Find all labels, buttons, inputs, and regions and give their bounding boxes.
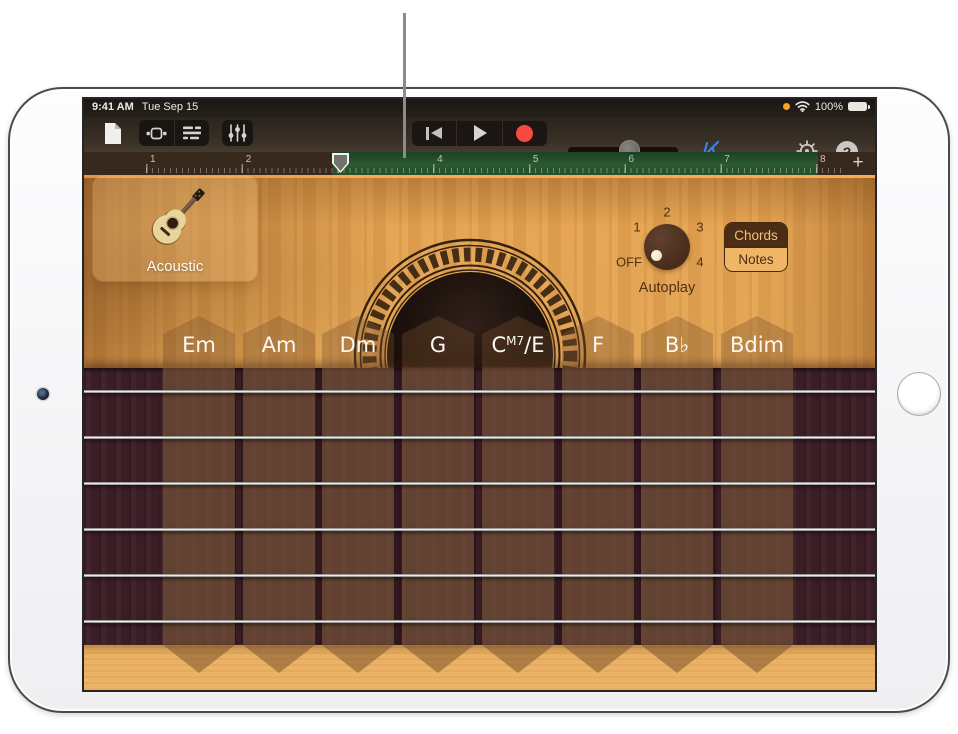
date: Tue Sep 15 — [142, 101, 198, 113]
instrument-card[interactable]: Acoustic — [93, 176, 257, 281]
acoustic-guitar-icon — [140, 178, 210, 264]
wifi-icon — [795, 101, 810, 112]
add-section-button[interactable]: + — [847, 152, 869, 175]
record-button[interactable] — [502, 121, 547, 146]
my-songs-button[interactable] — [99, 119, 127, 147]
battery-icon — [848, 102, 867, 111]
ruler-bar-number-2: 2 — [246, 154, 252, 165]
ruler-bar-ticks — [146, 164, 844, 173]
view-toggle-group — [139, 120, 209, 146]
battery-percent: 100% — [815, 101, 843, 113]
knob-indicator-dot — [651, 250, 662, 261]
autoplay-knob[interactable] — [644, 224, 690, 270]
ruler-bar-number-1: 1 — [150, 154, 156, 165]
toolbar: ? — [84, 117, 875, 152]
chords-notes-toggle: Chords Notes — [724, 222, 788, 272]
ruler-bar-number-7: 7 — [724, 154, 730, 165]
chord-label-ce: CM7/E — [482, 333, 554, 357]
callout-line — [403, 13, 406, 158]
mic-in-use-indicator — [783, 103, 790, 110]
document-icon — [104, 122, 122, 145]
guitar-string-1[interactable] — [84, 390, 875, 393]
rewind-icon — [426, 127, 442, 140]
guitar-string-3[interactable] — [84, 482, 875, 485]
instrument-name: Acoustic — [93, 258, 257, 275]
record-icon — [516, 125, 533, 142]
chord-label-b: B♭ — [641, 333, 713, 357]
autoplay-position-3[interactable]: 3 — [696, 220, 703, 235]
guitar-string-4[interactable] — [84, 528, 875, 531]
instrument-view-icon — [146, 127, 167, 140]
rewind-button[interactable] — [412, 121, 456, 146]
instrument-view-button[interactable] — [139, 120, 174, 146]
chords-mode-button[interactable]: Chords — [725, 223, 787, 247]
autoplay-position-1[interactable]: 1 — [633, 220, 640, 235]
autoplay-position-4[interactable]: 4 — [696, 255, 703, 270]
ruler-bar-number-5: 5 — [533, 154, 539, 165]
autoplay-position-off[interactable]: OFF — [616, 255, 642, 270]
guitar-string-5[interactable] — [84, 574, 875, 577]
mixer-button[interactable] — [222, 120, 253, 146]
autoplay-position-2[interactable]: 2 — [663, 205, 670, 220]
mixer-icon — [228, 124, 247, 142]
tracks-view-icon — [183, 126, 201, 140]
garageband-screen: 9:41 AM Tue Sep 15 100% — [84, 99, 875, 690]
autoplay-title: Autoplay — [639, 280, 695, 296]
home-button[interactable] — [897, 372, 941, 416]
chord-label-dm: Dm — [322, 333, 394, 357]
clock: 9:41 AM — [92, 101, 134, 113]
play-icon — [474, 125, 487, 141]
chord-label-em: Em — [163, 333, 235, 357]
notes-mode-button[interactable]: Notes — [725, 247, 787, 271]
chord-label-am: Am — [243, 333, 315, 357]
chord-label-f: F — [562, 333, 634, 357]
guitar-body: Acoustic OFF 1 2 3 4 Autoplay Chords Not… — [84, 175, 875, 690]
transport-controls — [412, 121, 547, 146]
tracks-view-button[interactable] — [174, 120, 209, 146]
front-camera — [37, 388, 49, 400]
guitar-string-6[interactable] — [84, 620, 875, 623]
play-button[interactable] — [456, 121, 501, 146]
figure-canvas: 9:41 AM Tue Sep 15 100% — [0, 0, 958, 734]
status-bar: 9:41 AM Tue Sep 15 100% — [84, 99, 875, 117]
guitar-string-2[interactable] — [84, 436, 875, 439]
ruler-bar-number-8: 8 — [820, 154, 826, 165]
chord-label-bdim: Bdim — [721, 333, 793, 357]
timeline-ruler[interactable]: 12345678 + — [84, 152, 875, 175]
ruler-bar-number-4: 4 — [437, 154, 443, 165]
chord-label-g: G — [402, 333, 474, 357]
ruler-bar-number-6: 6 — [629, 154, 635, 165]
